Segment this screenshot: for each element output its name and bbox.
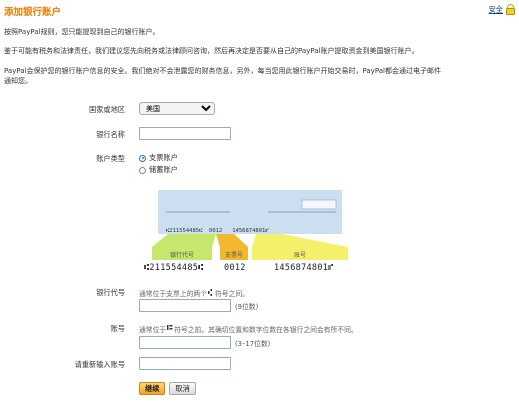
intro-paragraph-2: 鉴于可能有税务和法律责任，我们建议您先向税务或法律顾问咨询，然后再决定是否要从自… [4, 47, 419, 55]
routing-number-input[interactable] [139, 299, 231, 312]
security-link[interactable]: 安全 [489, 5, 503, 15]
routing-tag: 银行代号 [169, 252, 194, 259]
account-number: 1456874801⑈ [274, 263, 334, 273]
check-number-tag: 支票号 [224, 252, 243, 259]
continue-button[interactable]: 继续 [139, 382, 166, 395]
intro-paragraph-1: 按照PayPal规则，您只能提现到自己的银行账户。 [4, 28, 160, 36]
bank-name-label: 银行名称 [96, 130, 125, 139]
on-us-symbol-icon [167, 324, 173, 334]
page-title: 添加银行账户 [4, 7, 62, 18]
savings-option[interactable]: 储蓄账户 [139, 165, 178, 175]
routing-number: ⑆211554485⑆ [144, 263, 204, 273]
savings-radio[interactable] [139, 166, 146, 174]
routing-help-prefix: 通常位于支票上的两个 [139, 290, 207, 298]
account-label: 账号 [110, 324, 125, 333]
check-illustration: ⑆211554485⑆ 0012 1456874801⑈ 银行代号 支票号 账号… [144, 190, 350, 278]
account-tag: 账号 [293, 252, 306, 259]
intro-paragraph-3a: PayPal会保护您的银行账户信息的安全。我们绝对不会泄露您的财务信息，另外，每… [4, 67, 441, 75]
security-area: 安全 [489, 4, 515, 15]
check-number: 0012 [224, 263, 246, 273]
cancel-button[interactable]: 取消 [169, 382, 196, 395]
reenter-account-label: 请重新输入账号 [74, 360, 125, 369]
routing-help-suffix: 符号之间。 [214, 290, 249, 298]
intro-paragraph-3b: 通知您。 [4, 77, 32, 85]
reenter-account-input[interactable] [139, 357, 231, 370]
account-help-suffix: 符号之前。其确切位置和数字位数在各银行之间会有所不同。 [174, 326, 358, 334]
account-help-prefix: 通常位于 [139, 326, 167, 334]
bank-name-input[interactable] [139, 127, 231, 140]
routing-hint: (9位数) [235, 302, 259, 311]
routing-label: 银行代号 [96, 288, 125, 297]
account-type-label: 账户类型 [96, 154, 125, 163]
routing-symbol-icon [207, 288, 214, 298]
routing-help: 通常位于支票上的两个 符号之间。 [139, 288, 249, 298]
check-micr-line: ⑆211554485⑆ 0012 1456874801⑈ [166, 228, 269, 234]
country-select[interactable]: 美国 [139, 102, 215, 115]
checking-label: 支票账户 [149, 153, 178, 162]
account-hint: (3–17位数) [235, 339, 271, 348]
country-label: 国家或地区 [89, 105, 125, 114]
savings-label: 储蓄账户 [149, 165, 178, 174]
account-number-input[interactable] [139, 336, 231, 349]
lock-icon [506, 4, 515, 15]
checking-radio[interactable] [139, 154, 146, 162]
account-help: 通常位于 符号之前。其确切位置和数字位数在各银行之间会有所不同。 [139, 324, 358, 334]
checking-option[interactable]: 支票账户 [139, 153, 178, 163]
